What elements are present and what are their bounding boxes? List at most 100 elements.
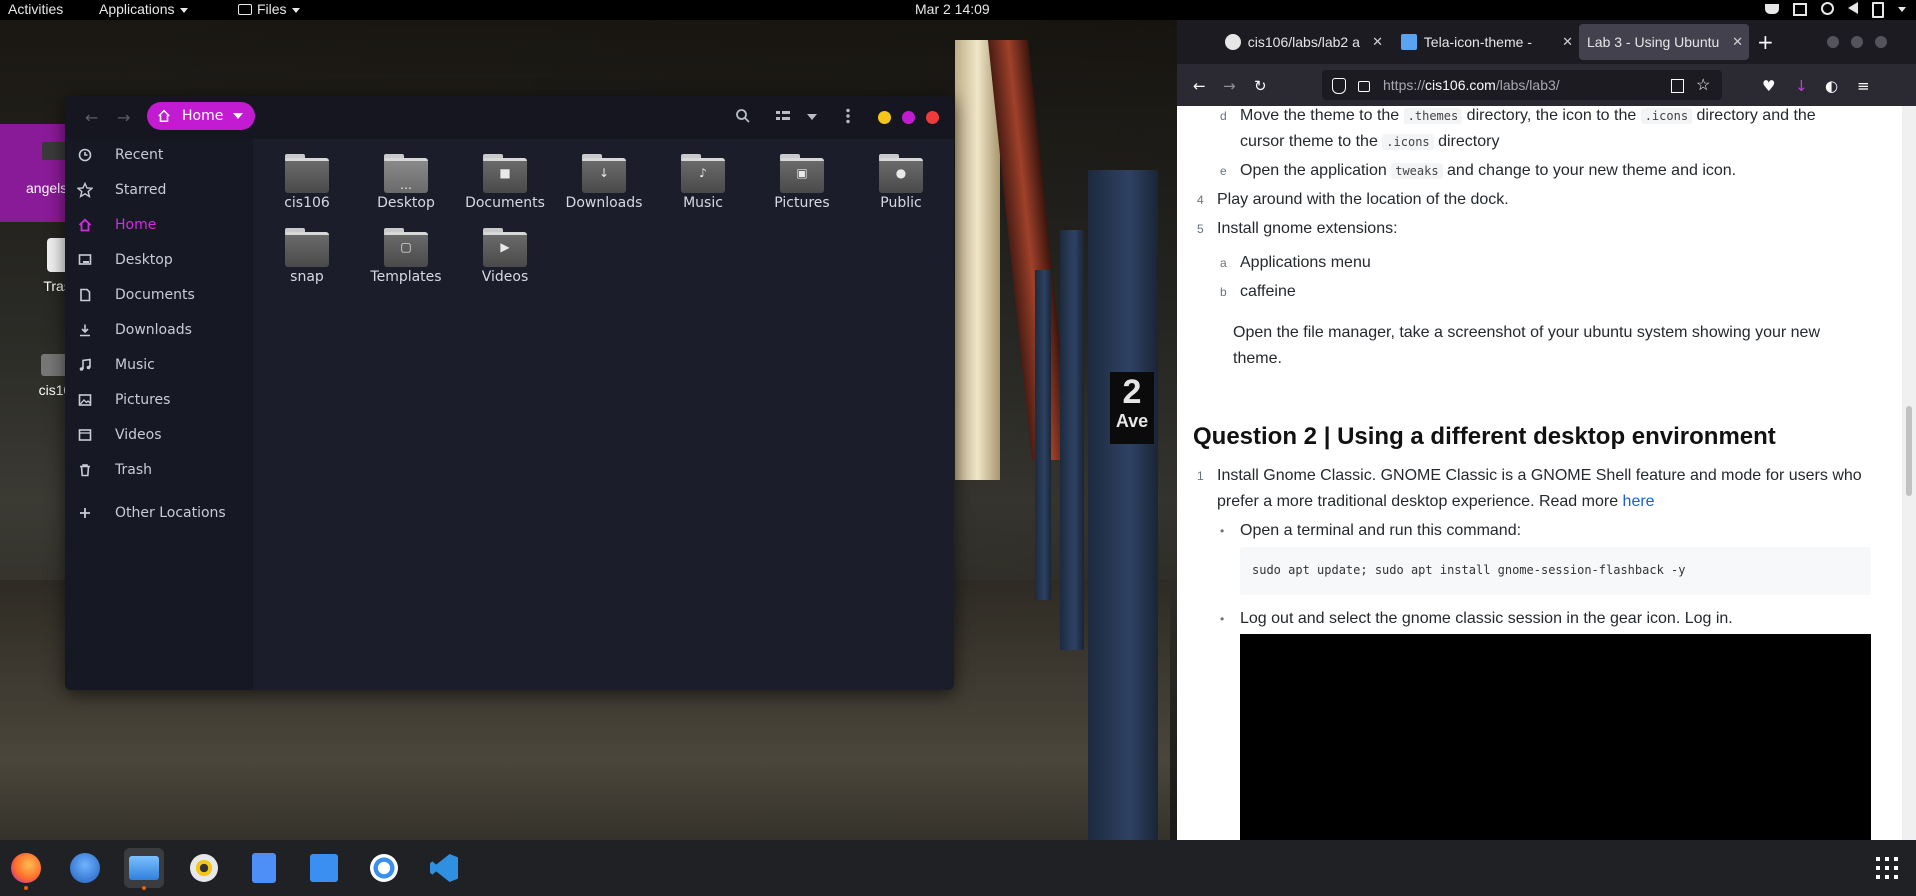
caffeine-icon[interactable]	[1765, 4, 1779, 14]
folder-item[interactable]: ♪ Music	[658, 154, 748, 211]
system-menu-chevron-icon[interactable]	[1898, 7, 1906, 12]
sidebar-item-trash[interactable]: Trash	[65, 453, 253, 487]
code-block[interactable]: sudo apt update; sudo apt install gnome-…	[1240, 547, 1871, 595]
maximize-button[interactable]	[902, 111, 915, 124]
scrollbar[interactable]	[1902, 106, 1916, 840]
desktop-icon-home[interactable]: angels	[0, 124, 67, 222]
system-tray[interactable]	[1765, 2, 1906, 18]
close-button[interactable]	[1875, 36, 1887, 48]
thunderbird-icon[interactable]	[65, 848, 105, 888]
lock-icon[interactable]	[1358, 81, 1370, 92]
chevron-down-icon[interactable]	[233, 113, 243, 119]
forward-button[interactable]: →	[117, 108, 130, 127]
list-item: caffeine	[1240, 283, 1296, 300]
vscode-icon[interactable]	[424, 848, 464, 888]
folder-item[interactable]: cis106	[262, 154, 352, 211]
minimize-button[interactable]	[1827, 36, 1839, 48]
bullet: •	[1220, 612, 1225, 626]
activities-button[interactable]: Activities	[8, 1, 63, 17]
sidebar-item-label: Pictures	[115, 392, 171, 408]
tab-cis106-lab2[interactable]: cis106/labs/lab2 a ✕	[1217, 24, 1389, 60]
clock-icon	[77, 147, 93, 163]
folder-item[interactable]: ■ Documents	[460, 154, 550, 211]
forward-button[interactable]: →	[1223, 77, 1236, 95]
sidebar-item-desktop[interactable]: Desktop	[65, 243, 253, 277]
bookmark-star-icon[interactable]: ☆	[1696, 75, 1710, 95]
url-bar[interactable]: https://cis106.com/labs/lab3/ ☆	[1322, 70, 1722, 100]
pocket-icon[interactable]: ♥	[1762, 77, 1775, 95]
sidebar-item-label: Desktop	[115, 252, 173, 268]
path-bar-home[interactable]: Home	[147, 102, 255, 130]
sidebar-item-downloads[interactable]: Downloads	[65, 313, 253, 347]
view-mode-button[interactable]	[775, 108, 791, 128]
window-icon[interactable]	[1793, 3, 1807, 16]
help-icon[interactable]	[364, 848, 404, 888]
volume-icon[interactable]	[1848, 2, 1858, 14]
folder-item[interactable]: ● Public	[856, 154, 946, 211]
embedded-video[interactable]	[1240, 634, 1871, 840]
hamburger-menu-icon[interactable]: ≡	[1857, 77, 1870, 95]
tracking-protection-shield-icon[interactable]	[1332, 78, 1346, 94]
downloads-icon[interactable]: ↓	[1795, 77, 1808, 95]
clock[interactable]: Mar 2 14:09	[915, 1, 990, 17]
folder-videos-icon: ▶	[483, 228, 527, 267]
sidebar-item-home[interactable]: Home	[65, 208, 253, 242]
close-button[interactable]	[926, 111, 939, 124]
sidebar-item-music[interactable]: Music	[65, 348, 253, 382]
network-icon[interactable]	[1821, 2, 1834, 15]
folder-public-icon: ●	[879, 154, 923, 193]
view-options-chevron-icon[interactable]	[807, 114, 817, 120]
folder-label: Music	[683, 195, 723, 211]
extension-icon[interactable]: ◐	[1825, 77, 1838, 95]
battery-icon[interactable]	[1872, 2, 1884, 18]
close-icon[interactable]: ✕	[1372, 34, 1383, 50]
folder-label: Desktop	[377, 195, 435, 211]
files-icon[interactable]	[124, 848, 164, 890]
files-app-menu[interactable]: Files	[238, 1, 300, 17]
show-applications-button[interactable]	[1876, 857, 1898, 879]
new-tab-button[interactable]: +	[1757, 30, 1774, 54]
sidebar-item-documents[interactable]: Documents	[65, 278, 253, 312]
sidebar-item-videos[interactable]: Videos	[65, 418, 253, 452]
software-center-icon[interactable]	[304, 848, 344, 888]
wallpaper-station-sign: 2 Ave	[1110, 372, 1154, 444]
tab-label: cis106/labs/lab2 a	[1247, 34, 1360, 50]
text: and change to your new theme and icon.	[1442, 162, 1737, 179]
maximize-button[interactable]	[1851, 36, 1863, 48]
back-button[interactable]: ←	[85, 108, 98, 127]
scrollbar-thumb[interactable]	[1906, 406, 1912, 496]
folder-item[interactable]: ↓ Downloads	[559, 154, 649, 211]
text-editor-icon[interactable]	[244, 848, 284, 888]
sidebar-item-recent[interactable]: Recent	[65, 138, 253, 172]
url-text[interactable]: https://cis106.com/labs/lab3/	[1383, 77, 1560, 93]
tab-tela-icon-theme[interactable]: Tela-icon-theme - ✕	[1393, 24, 1579, 60]
search-button[interactable]	[735, 108, 751, 128]
back-button[interactable]: ←	[1193, 77, 1206, 95]
reader-view-icon[interactable]	[1671, 79, 1684, 93]
menu-button[interactable]	[845, 108, 851, 128]
folder-desktop-icon: …	[384, 154, 428, 193]
here-link[interactable]: here	[1623, 493, 1655, 510]
folder-music-icon: ♪	[681, 154, 725, 193]
folder-item[interactable]: ▢ Templates	[361, 228, 451, 285]
rhythmbox-icon[interactable]	[184, 848, 224, 888]
folder-icon	[285, 154, 329, 193]
folder-item[interactable]: snap	[262, 228, 352, 285]
list-marker: b	[1220, 285, 1227, 299]
sidebar-item-other-locations[interactable]: Other Locations	[65, 496, 253, 530]
tab-lab3[interactable]: Lab 3 - Using Ubuntu ✕	[1579, 24, 1749, 60]
folder-documents-icon: ■	[483, 154, 527, 193]
sidebar-item-pictures[interactable]: Pictures	[65, 383, 253, 417]
close-icon[interactable]: ✕	[1562, 34, 1573, 50]
close-icon[interactable]: ✕	[1732, 34, 1743, 50]
applications-menu[interactable]: Applications	[99, 1, 188, 17]
reload-button[interactable]: ↻	[1254, 77, 1267, 95]
firefox-icon[interactable]	[6, 848, 46, 890]
files-label: Files	[257, 1, 287, 17]
folder-item[interactable]: ▶ Videos	[460, 228, 550, 285]
minimize-button[interactable]	[878, 111, 891, 124]
wallpaper-pillar	[1060, 230, 1084, 650]
folder-item[interactable]: ▣ Pictures	[757, 154, 847, 211]
sidebar-item-starred[interactable]: Starred	[65, 173, 253, 207]
folder-item[interactable]: … Desktop	[361, 154, 451, 211]
